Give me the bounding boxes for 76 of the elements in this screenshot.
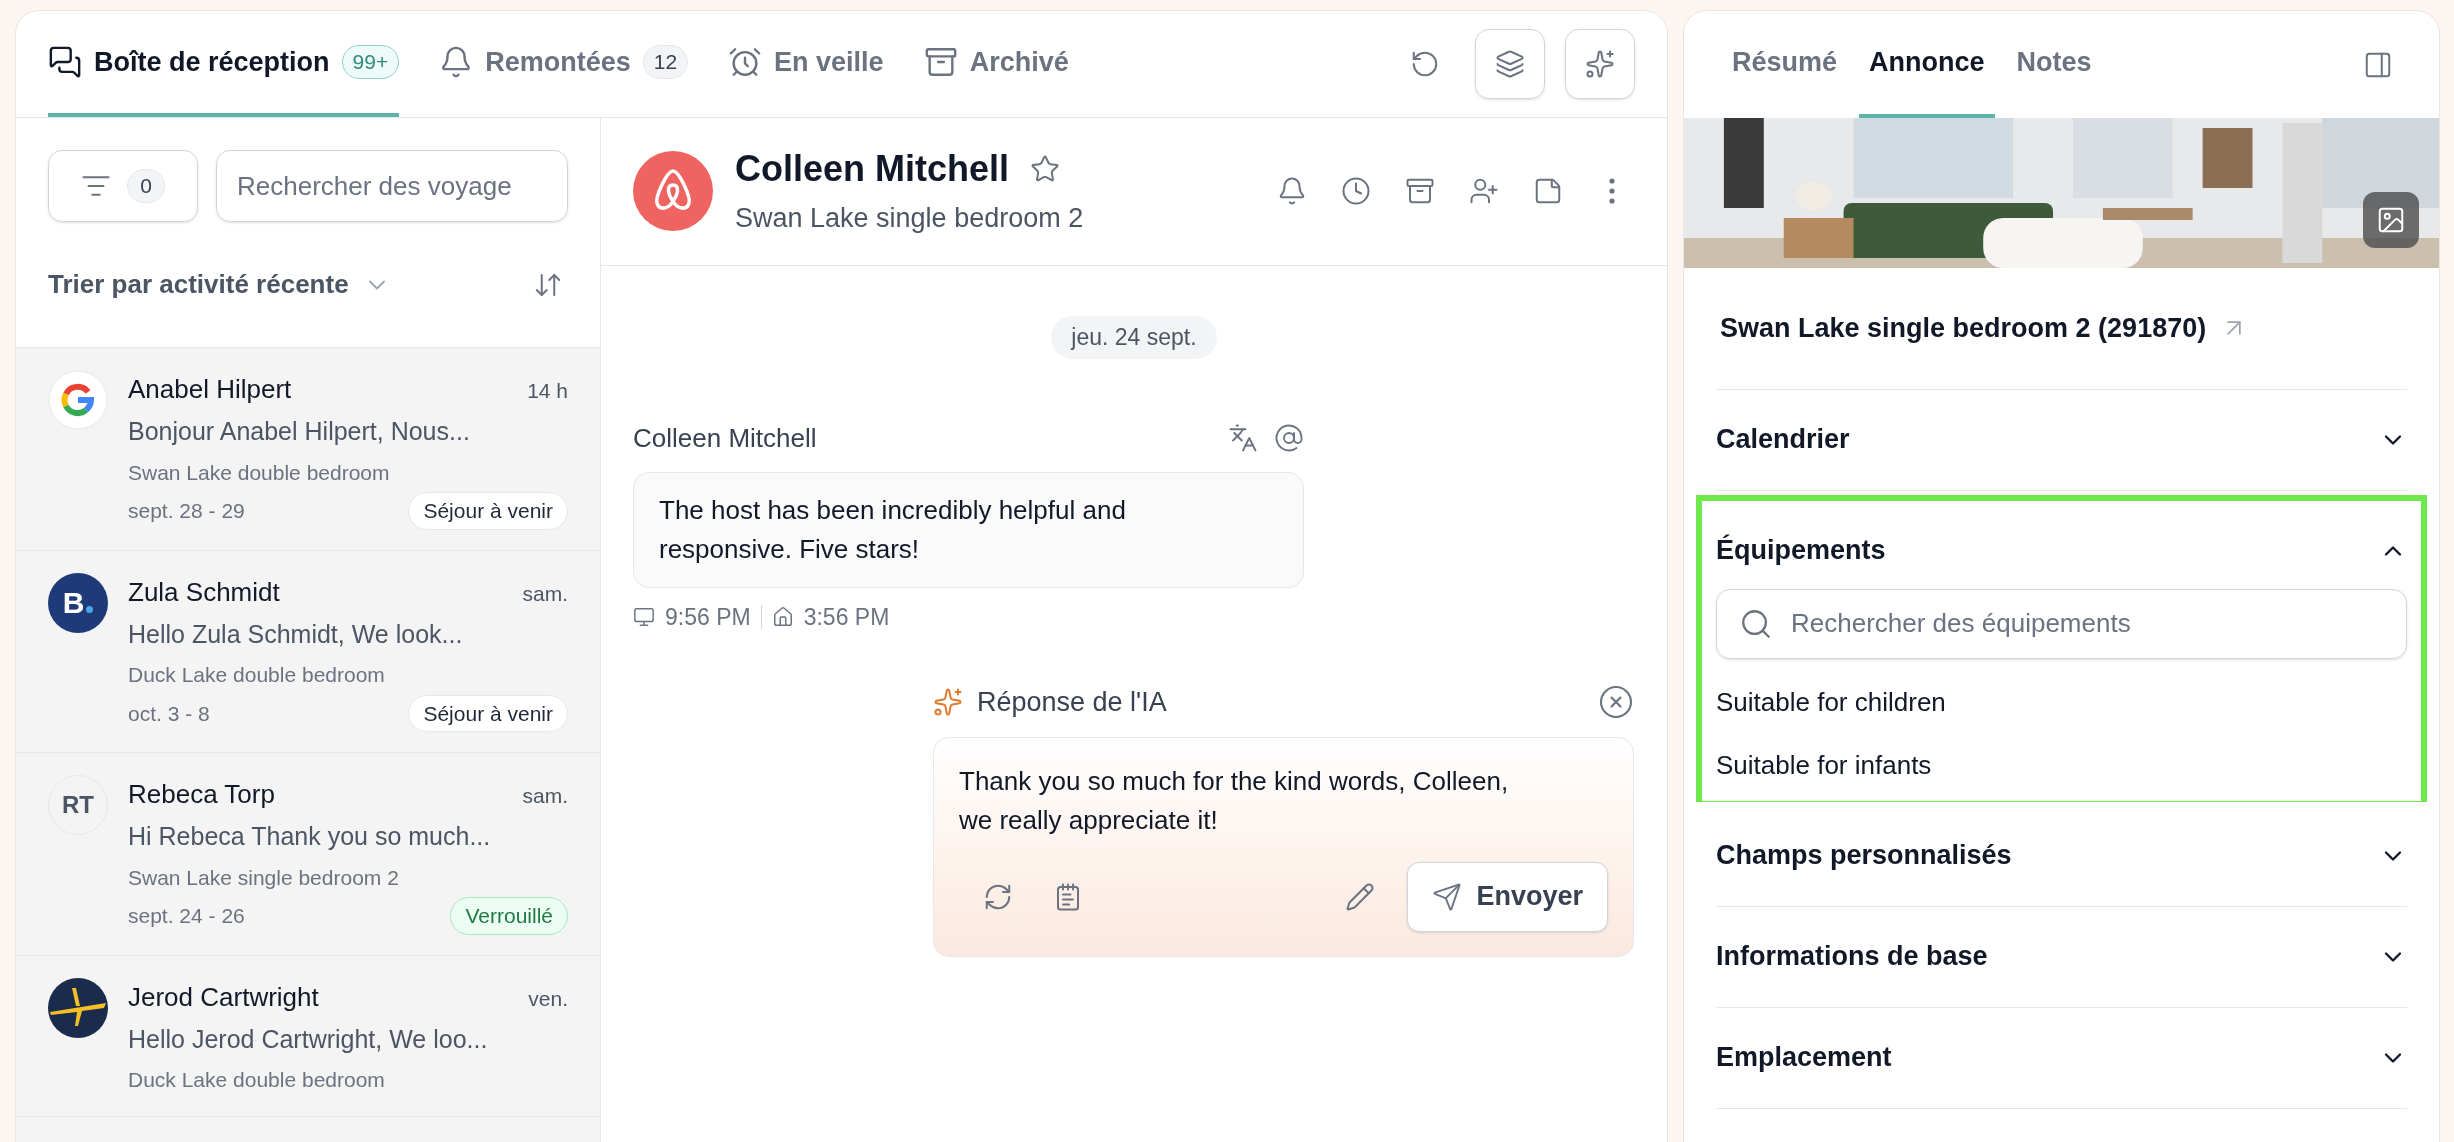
amenity-item: Suitable for children — [1716, 685, 1947, 719]
ai-button[interactable] — [1565, 29, 1635, 99]
message-preview: Hello Jerod Cartwright, We loo... — [128, 1023, 489, 1055]
guest-name: Colleen Mitchell — [735, 147, 1010, 192]
amenity-item: Suitable for infants — [1716, 748, 1933, 782]
close-icon[interactable] — [1598, 684, 1634, 721]
undo-icon — [1410, 49, 1440, 79]
inbox-tab[interactable]: En veille — [728, 11, 884, 117]
stay-dates: oct. 3 - 8 — [128, 700, 210, 727]
section-header[interactable]: Champs personnalisés — [1716, 805, 2407, 906]
section-header[interactable]: Calendrier — [1716, 389, 2407, 490]
amenity-search-field[interactable]: Rechercher des équipements — [1716, 588, 2407, 659]
image-icon — [2376, 205, 2406, 235]
sparkle-icon — [933, 687, 963, 718]
booking-avatar: B — [48, 572, 108, 633]
layers-icon — [1495, 49, 1525, 79]
airbnb-logo-icon — [633, 150, 713, 231]
more-icon — [1609, 177, 1615, 204]
filter-button[interactable]: 0 — [48, 150, 198, 222]
panel-tab[interactable]: Résumé — [1722, 11, 1848, 118]
guest-name: Zula Schmidt — [128, 575, 280, 609]
host-time: 3:56 PM — [803, 602, 890, 632]
message-preview: Hi Rebeca Thank you so much... — [128, 821, 492, 852]
listing-title: Swan Lake single bedroom 2 (291870) — [1720, 312, 2207, 345]
listing-name: Swan Lake single bedroom 2 — [128, 864, 400, 891]
ai-reply-title: Réponse de l'IA — [977, 686, 1167, 719]
bell-icon — [1277, 175, 1307, 206]
sort-dropdown[interactable]: Trier par activité récente — [48, 265, 391, 304]
listing-name: Swan Lake single bedroom 2 — [735, 202, 1084, 236]
filter-count: 0 — [127, 169, 165, 203]
panel-tab[interactable]: Notes — [2006, 11, 2102, 118]
clock-icon — [1341, 175, 1371, 206]
plane-logo-icon — [48, 977, 108, 1038]
message-preview: Hello Zula Schmidt, We look... — [128, 618, 464, 650]
search-placeholder: Rechercher des équipements — [1791, 607, 2132, 640]
guest-name: Jerod Cartwright — [128, 980, 319, 1014]
monitor-icon — [633, 605, 655, 628]
status-badge: Séjour à venir — [408, 492, 568, 530]
listing-name: Duck Lake double bedroom — [128, 1067, 386, 1093]
inbox-tab[interactable]: Boîte de réception 99+ — [48, 11, 400, 117]
guest-time: 9:56 PM — [665, 602, 751, 632]
listing-name: Swan Lake double bedroom — [128, 459, 391, 486]
sparkle-icon — [1585, 49, 1615, 79]
status-badge: Verrouillé — [450, 897, 568, 935]
alarm-clock-icon — [728, 45, 763, 79]
stay-dates: sept. 28 - 29 — [128, 498, 245, 524]
translate-icon[interactable] — [1228, 423, 1258, 453]
google-logo-icon — [48, 370, 108, 430]
section-header[interactable]: Emplacement — [1716, 1007, 2407, 1108]
layers-button[interactable] — [1475, 29, 1545, 99]
status-badge: Séjour à venir — [408, 694, 568, 732]
ai-reply-text: Thank you so much for the kind words, Colleen, we really appreciate it! — [959, 764, 1510, 837]
conversation-time: sam. — [522, 580, 568, 607]
chat-bubbles-icon — [48, 45, 82, 79]
send-button[interactable]: Envoyer — [1407, 861, 1608, 932]
guest-name: Anabel Hilpert — [128, 373, 292, 406]
message-preview: Bonjour Anabel Hilpert, Nous... — [128, 416, 471, 447]
inbox-tab[interactable]: Archivé — [923, 11, 1069, 117]
search-field[interactable]: Rechercher des voyage — [216, 150, 568, 222]
gallery-button[interactable] — [2363, 192, 2419, 248]
date-chip: jeu. 24 sept. — [1051, 316, 1217, 359]
guest-name: Rebeca Torp — [128, 778, 275, 811]
conversation-time: sam. — [522, 783, 568, 809]
message-bubble: The host has been incredibly helpful and responsive. Five stars! — [633, 471, 1304, 588]
section-header[interactable]: Informations de base — [1716, 906, 2407, 1007]
mention-icon[interactable] — [1274, 423, 1304, 453]
conversation-time: 14 h — [527, 378, 568, 404]
send-icon — [1432, 881, 1463, 912]
house-icon — [771, 605, 794, 628]
listing-name: Duck Lake double bedroom — [128, 662, 386, 688]
pencil-icon — [1345, 881, 1376, 912]
message-author: Colleen Mitchell — [633, 421, 817, 455]
conversation-time: ven. — [528, 985, 568, 1012]
inbox-tab[interactable]: Remontées 12 — [439, 11, 689, 117]
stay-dates: sept. 24 - 26 — [128, 903, 245, 929]
archive-box-icon — [923, 45, 958, 79]
